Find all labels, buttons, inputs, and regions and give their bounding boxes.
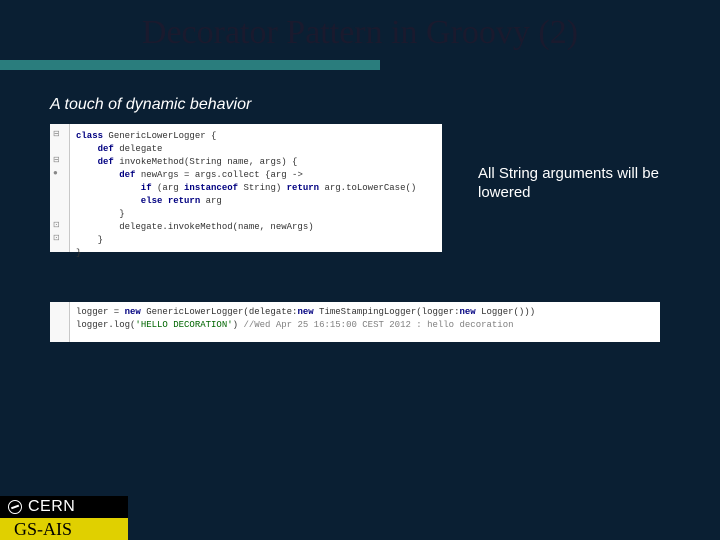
gutter: ⊟ ⊟ ● ⊡ ⊡ (50, 124, 70, 252)
footer: CERN GS-AIS (0, 496, 128, 540)
fold-end-icon: ⊡ (53, 220, 60, 229)
code-content: logger = new GenericLowerLogger(delegate… (76, 306, 652, 332)
code-block-usage: logger = new GenericLowerLogger(delegate… (50, 302, 660, 342)
fold-icon: ⊟ (53, 155, 60, 164)
marker-icon: ● (53, 168, 58, 177)
title-underline (0, 60, 380, 70)
code-block-class: ⊟ ⊟ ● ⊡ ⊡ class GenericLowerLogger { def… (50, 124, 442, 252)
fold-icon: ⊟ (53, 129, 60, 138)
slide-title: Decorator Pattern in Groovy (2) (0, 0, 720, 60)
footer-org-bar: CERN (0, 496, 128, 518)
cern-logo-icon (8, 500, 22, 514)
fold-end-icon: ⊡ (53, 233, 60, 242)
org-label: CERN (28, 498, 75, 516)
code-content: class GenericLowerLogger { def delegate … (76, 130, 434, 260)
annotation-text: All String arguments will be lowered (478, 165, 678, 203)
gutter (50, 302, 70, 342)
dept-label: GS-AIS (0, 518, 128, 540)
subtitle: A touch of dynamic behavior (0, 70, 720, 124)
